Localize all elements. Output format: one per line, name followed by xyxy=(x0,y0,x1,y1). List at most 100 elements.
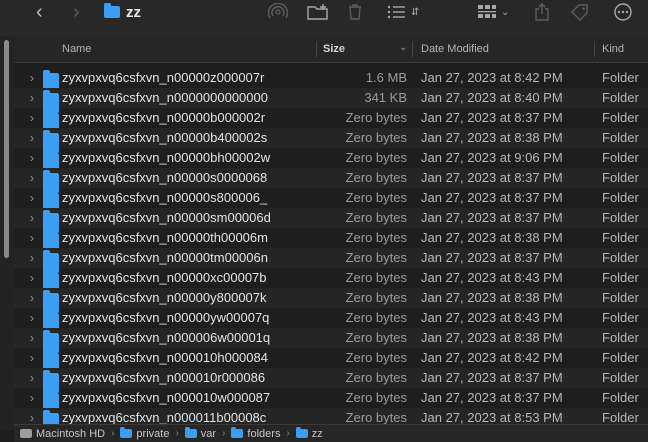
table-row[interactable]: › zyxvpxvq6csfxvn_n00000sm00006d Zero byte… xyxy=(14,208,648,233)
window-title-label: zz xyxy=(126,3,141,21)
ellipsis-circle-icon xyxy=(614,3,632,21)
row-kind: Folder xyxy=(602,90,639,105)
table-row[interactable]: › zyxvpxvq6csfxvn_n00000b000002r Zero byte… xyxy=(14,108,648,133)
column-divider[interactable] xyxy=(412,41,413,57)
more-button[interactable] xyxy=(613,0,633,24)
disclosure-chevron-icon[interactable]: › xyxy=(30,208,34,228)
table-row[interactable]: › zyxvpxvq6csfxvn_n00000z000007r 1.6 MB Jan… xyxy=(14,68,648,93)
path-crumb[interactable]: Macintosh HD xyxy=(20,428,105,440)
list-icon xyxy=(387,5,405,19)
row-date: Jan 27, 2023 at 8:38 PM xyxy=(421,330,563,345)
row-date: Jan 27, 2023 at 8:37 PM xyxy=(421,370,563,385)
table-row[interactable]: › zyxvpxvq6csfxvn_n00000xc00007b Zero byte… xyxy=(14,268,648,293)
row-size: Zero bytes xyxy=(345,330,407,345)
column-kind[interactable]: Kind xyxy=(602,36,624,62)
tag-button[interactable] xyxy=(570,0,590,24)
disclosure-chevron-icon[interactable]: › xyxy=(30,188,34,208)
table-row[interactable]: › zyxvpxvq6csfxvn_n00000b400002s Zero byte… xyxy=(14,128,648,153)
row-name: zyxvpxvq6csfxvn_n00000b400002s xyxy=(62,130,268,145)
row-size: Zero bytes xyxy=(345,170,407,185)
folder-icon xyxy=(120,427,133,438)
back-button[interactable]: ‹ xyxy=(36,0,43,24)
disclosure-chevron-icon[interactable]: › xyxy=(30,128,34,148)
path-crumb-label: private xyxy=(136,427,170,440)
path-crumb[interactable]: var xyxy=(184,427,217,440)
row-name: zyxvpxvq6csfxvn_n000010r000086 xyxy=(62,370,266,385)
new-folder-button[interactable] xyxy=(307,0,329,24)
disclosure-chevron-icon[interactable]: › xyxy=(30,288,34,308)
table-row[interactable]: › zyxvpxvq6csfxvn_n00000s0000068 Zero byte… xyxy=(14,168,648,193)
table-row[interactable]: › zyxvpxvq6csfxvn_n000010h000084 Zero byte… xyxy=(14,348,648,373)
row-size: Zero bytes xyxy=(345,270,407,285)
disclosure-chevron-icon[interactable]: › xyxy=(30,308,34,328)
column-name[interactable]: Name xyxy=(62,36,91,62)
path-crumb[interactable]: folders xyxy=(231,427,280,440)
group-button[interactable]: ⌄ xyxy=(477,0,509,24)
trash-icon xyxy=(349,4,361,20)
grid-icon xyxy=(478,5,496,18)
row-date: Jan 27, 2023 at 8:37 PM xyxy=(421,390,563,405)
row-name: zyxvpxvq6csfxvn_n00000th00006m xyxy=(62,230,268,245)
disclosure-chevron-icon[interactable]: › xyxy=(30,268,34,288)
table-row[interactable]: › zyxvpxvq6csfxvn_n000006w00001q Zero byte… xyxy=(14,328,648,353)
sidebar-scrollbar[interactable] xyxy=(4,40,9,258)
column-divider[interactable] xyxy=(594,41,595,57)
table-row[interactable]: › zyxvpxvq6csfxvn_n000010w000087 Zero byte… xyxy=(14,388,648,413)
path-crumb-label: var xyxy=(200,427,217,440)
row-name: zyxvpxvq6csfxvn_n000006w00001q xyxy=(62,330,271,345)
path-separator-icon: › xyxy=(286,428,290,439)
path-crumb[interactable]: zz xyxy=(295,427,323,440)
table-row[interactable]: › zyxvpxvq6csfxvn_n00000s800006_ Zero byte… xyxy=(14,188,648,213)
row-kind: Folder xyxy=(602,330,639,345)
share-button[interactable] xyxy=(534,0,550,24)
row-name: zyxvpxvq6csfxvn_n00000b000002r xyxy=(62,110,266,125)
disclosure-chevron-icon[interactable]: › xyxy=(30,108,34,128)
disclosure-chevron-icon[interactable]: › xyxy=(30,68,34,88)
disclosure-chevron-icon[interactable]: › xyxy=(30,168,34,188)
tag-icon xyxy=(571,4,588,21)
trash-button[interactable] xyxy=(347,0,363,24)
path-separator-icon: › xyxy=(111,428,115,439)
row-name: zyxvpxvq6csfxvn_n00000z000007r xyxy=(62,70,265,85)
column-size[interactable]: Size xyxy=(323,36,345,62)
row-size: Zero bytes xyxy=(345,250,407,265)
airdrop-icon xyxy=(268,3,288,19)
table-row[interactable]: › zyxvpxvq6csfxvn_n00000th00006m Zero byte… xyxy=(14,228,648,253)
row-name: zyxvpxvq6csfxvn_n000010h000084 xyxy=(62,350,268,365)
disclosure-chevron-icon[interactable]: › xyxy=(30,348,34,368)
column-date[interactable]: Date Modified xyxy=(421,36,489,62)
row-date: Jan 27, 2023 at 8:43 PM xyxy=(421,270,563,285)
sort-chevron-down-icon: ⌄ xyxy=(399,42,408,53)
airdrop-button[interactable] xyxy=(268,0,288,24)
disclosure-chevron-icon[interactable]: › xyxy=(30,88,34,108)
list-view-button[interactable]: ⇵ xyxy=(387,0,419,24)
disclosure-chevron-icon[interactable]: › xyxy=(30,228,34,248)
disclosure-chevron-icon[interactable]: › xyxy=(30,148,34,168)
row-kind: Folder xyxy=(602,270,639,285)
row-date: Jan 27, 2023 at 8:43 PM xyxy=(421,310,563,325)
row-name: zyxvpxvq6csfxvn_n00000xc00007b xyxy=(62,270,267,285)
row-name: zyxvpxvq6csfxvn_n00000s800006_ xyxy=(62,190,268,205)
window-title: zz xyxy=(104,0,141,24)
table-row[interactable]: › zyxvpxvq6csfxvn_n00000tm00006n Zero byte… xyxy=(14,248,648,273)
disclosure-chevron-icon[interactable]: › xyxy=(30,388,34,408)
row-size: Zero bytes xyxy=(345,210,407,225)
table-row[interactable]: › zyxvpxvq6csfxvn_n0000000000000 341 KB Jan… xyxy=(14,88,648,113)
path-crumb[interactable]: private xyxy=(120,427,170,440)
row-kind: Folder xyxy=(602,290,639,305)
column-divider[interactable] xyxy=(316,41,317,57)
folder-icon xyxy=(231,427,244,438)
disclosure-chevron-icon[interactable]: › xyxy=(30,328,34,348)
table-row[interactable]: › zyxvpxvq6csfxvn_n00000y800007k Zero byte… xyxy=(14,288,648,313)
forward-button[interactable]: › xyxy=(73,0,80,24)
row-size: Zero bytes xyxy=(345,150,407,165)
row-kind: Folder xyxy=(602,190,639,205)
table-row[interactable]: › zyxvpxvq6csfxvn_n00000yw00007q Zero byte… xyxy=(14,308,648,333)
row-kind: Folder xyxy=(602,70,639,85)
disclosure-chevron-icon[interactable]: › xyxy=(30,248,34,268)
disclosure-chevron-icon[interactable]: › xyxy=(30,368,34,388)
row-date: Jan 27, 2023 at 8:37 PM xyxy=(421,190,563,205)
table-row[interactable]: › zyxvpxvq6csfxvn_n00000bh00002w Zero byte… xyxy=(14,148,648,173)
table-row[interactable]: › zyxvpxvq6csfxvn_n000010r000086 Zero byte… xyxy=(14,368,648,393)
row-date: Jan 27, 2023 at 8:37 PM xyxy=(421,110,563,125)
